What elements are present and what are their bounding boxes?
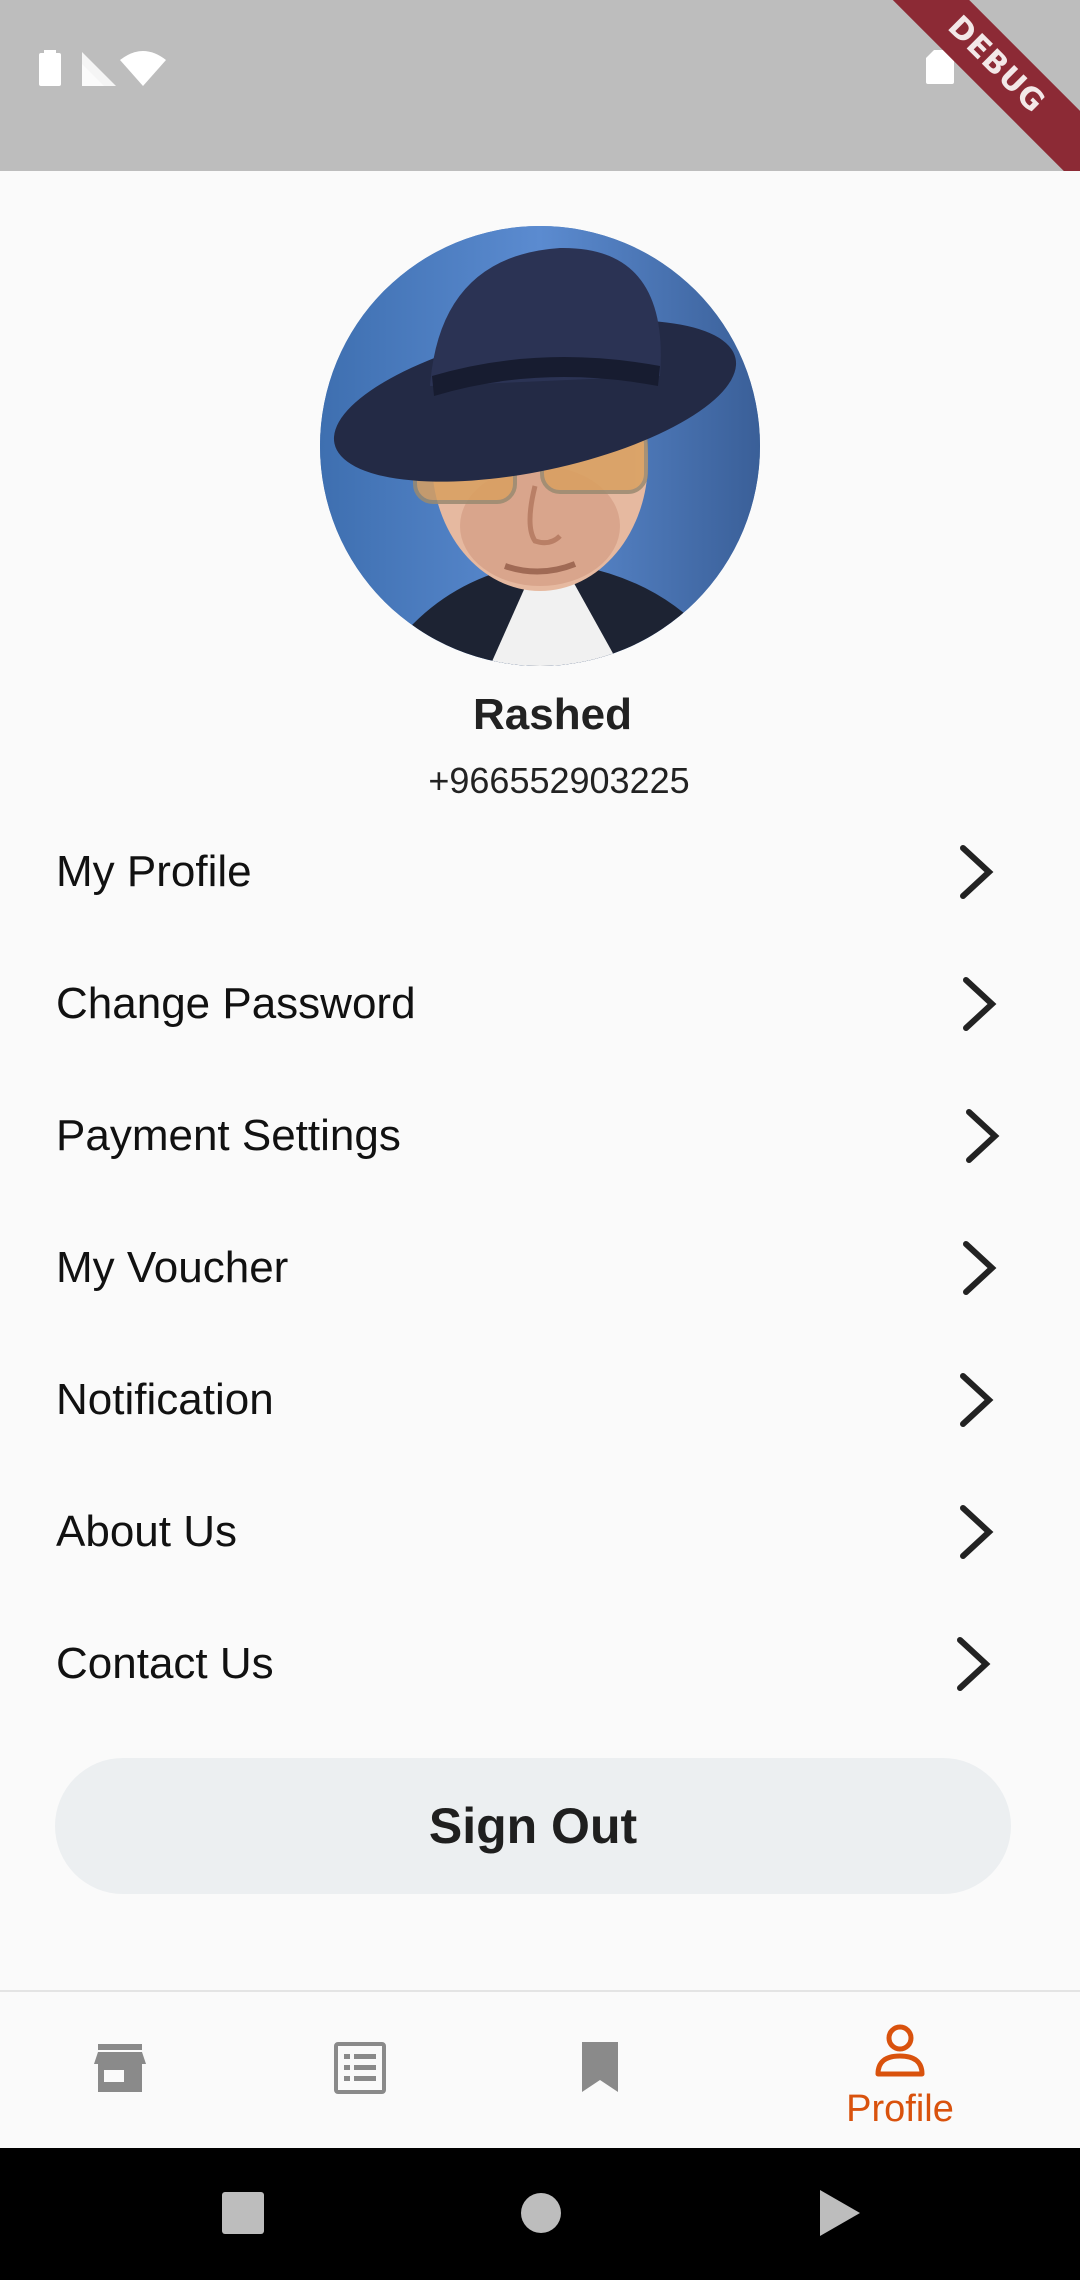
- nav-item-saved[interactable]: [520, 1992, 680, 2148]
- chevron-right-icon: [960, 1505, 994, 1559]
- sign-out-button[interactable]: Sign Out: [55, 1758, 1011, 1894]
- menu-item-contact-us[interactable]: Contact Us: [0, 1598, 1080, 1730]
- chevron-right-icon: [963, 977, 997, 1031]
- signal-icon: [82, 52, 116, 86]
- list-icon: [334, 2042, 386, 2094]
- nav-item-store[interactable]: [40, 1992, 200, 2148]
- menu-item-label: My Profile: [56, 847, 252, 896]
- menu-item-label: My Voucher: [56, 1243, 289, 1292]
- menu-item-label: Change Password: [56, 979, 416, 1028]
- chevron-right-icon: [960, 845, 994, 899]
- menu-item-label: About Us: [56, 1507, 237, 1556]
- system-navigation-bar: [0, 2148, 1080, 2280]
- menu-item-payment-settings[interactable]: Payment Settings: [0, 1070, 1080, 1202]
- user-phone: +966552903225: [428, 760, 690, 801]
- chevron-right-icon: [966, 1109, 1000, 1163]
- menu-item-label: Notification: [56, 1375, 274, 1424]
- battery-icon: [39, 50, 61, 86]
- debug-banner: DEBUG: [856, 0, 1080, 171]
- avatar[interactable]: [320, 226, 760, 666]
- user-photo: [320, 226, 760, 666]
- nav-item-profile[interactable]: Profile: [820, 1992, 980, 2148]
- user-name: Rashed: [473, 690, 632, 739]
- menu-item-change-password[interactable]: Change Password: [0, 938, 1080, 1070]
- chevron-right-icon: [960, 1373, 994, 1427]
- recents-icon[interactable]: [222, 2192, 264, 2234]
- status-bar: DEBUG: [0, 0, 1080, 171]
- back-icon[interactable]: [820, 2190, 860, 2236]
- nav-item-orders[interactable]: [280, 1992, 440, 2148]
- menu-item-label: Payment Settings: [56, 1111, 401, 1160]
- chevron-right-icon: [963, 1241, 997, 1295]
- store-icon: [94, 2044, 146, 2092]
- menu-item-my-profile[interactable]: My Profile: [0, 806, 1080, 938]
- bottom-navigation: Profile: [0, 1990, 1080, 2148]
- menu-item-label: Contact Us: [56, 1639, 274, 1688]
- menu-item-my-voucher[interactable]: My Voucher: [0, 1202, 1080, 1334]
- wifi-icon: [120, 51, 166, 86]
- chevron-right-icon: [957, 1637, 991, 1691]
- home-icon[interactable]: [520, 2192, 562, 2234]
- menu-item-about-us[interactable]: About Us: [0, 1466, 1080, 1598]
- menu-item-notification[interactable]: Notification: [0, 1334, 1080, 1466]
- nav-item-label: Profile: [846, 2088, 954, 2130]
- person-icon: [875, 2024, 925, 2077]
- bookmark-icon: [582, 2042, 618, 2092]
